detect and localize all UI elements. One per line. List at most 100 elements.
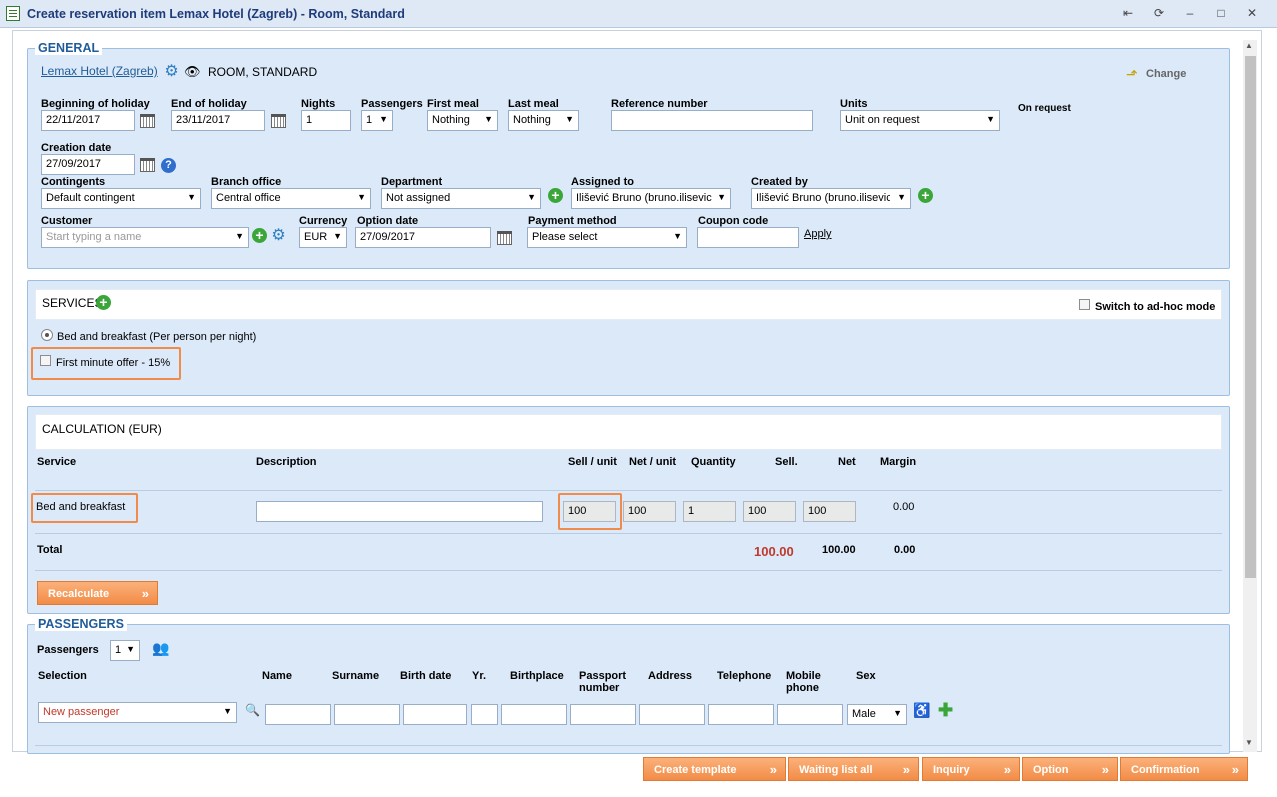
refresh-icon[interactable]: ⟳ — [1151, 6, 1167, 20]
passenger-yr-input[interactable] — [471, 704, 498, 725]
calendar-icon[interactable] — [140, 114, 155, 128]
add-department-icon[interactable]: + — [548, 188, 563, 203]
passenger-passport-input[interactable] — [570, 704, 636, 725]
col-surname: Surname — [332, 670, 380, 682]
close-icon[interactable]: ✕ — [1244, 6, 1260, 20]
change-arrow-icon[interactable]: ⬏ — [1126, 67, 1139, 82]
col-sell: Sell. — [775, 456, 798, 468]
last-meal-label: Last meal — [508, 98, 559, 110]
person-icon[interactable]: ♿ — [913, 702, 930, 719]
created-by-select[interactable]: Ilišević Bruno (bruno.ilisevic ▼ — [751, 188, 911, 209]
passengers-legend: PASSENGERS — [35, 617, 127, 631]
sell-unit-input[interactable]: 100 — [563, 501, 616, 522]
add-customer-icon[interactable]: + — [252, 228, 267, 243]
nights-input[interactable]: 1 — [301, 110, 351, 131]
room-type: ROOM, STANDARD — [208, 65, 318, 79]
passenger-sex-select[interactable]: Male ▼ — [847, 704, 907, 725]
contingents-select[interactable]: Default contingent ▼ — [41, 188, 201, 209]
passenger-address-input[interactable] — [639, 704, 705, 725]
net-input[interactable]: 100 — [803, 501, 856, 522]
change-button[interactable]: Change — [1146, 68, 1186, 80]
currency-select[interactable]: EUR ▼ — [299, 227, 347, 248]
reference-input[interactable] — [611, 110, 813, 131]
col-name: Name — [262, 670, 292, 682]
coupon-input[interactable] — [697, 227, 799, 248]
inquiry-button[interactable]: Inquiry» — [922, 757, 1020, 781]
people-icon[interactable]: 👥 — [152, 640, 169, 657]
creation-date-input[interactable]: 27/09/2017 — [41, 154, 135, 175]
help-icon[interactable]: ? — [161, 158, 176, 173]
document-icon — [6, 6, 20, 21]
calc-description-input[interactable] — [256, 501, 543, 522]
net-unit-input[interactable]: 100 — [623, 501, 676, 522]
gear-icon[interactable]: ⚙ — [271, 228, 286, 244]
waiting-list-button[interactable]: Waiting list all» — [788, 757, 919, 781]
scroll-up-icon[interactable]: ▲ — [1245, 41, 1253, 50]
calendar-icon[interactable] — [140, 158, 155, 172]
creation-label: Creation date — [41, 142, 112, 154]
add-created-by-icon[interactable]: + — [918, 188, 933, 203]
col-net: Net — [838, 456, 856, 468]
calendar-icon[interactable] — [271, 114, 286, 128]
option-date-label: Option date — [357, 215, 419, 227]
hotel-link[interactable]: Lemax Hotel (Zagreb) — [41, 64, 158, 78]
create-template-button[interactable]: Create template» — [643, 757, 786, 781]
services-header-bar — [35, 289, 1222, 320]
nights-label: Nights — [301, 98, 336, 110]
assigned-label: Assigned to — [571, 176, 634, 188]
passengers-count-select[interactable]: 1 ▼ — [110, 640, 140, 661]
service-radio[interactable] — [41, 329, 53, 341]
eye-icon[interactable]: 👁 — [184, 64, 201, 80]
add-service-icon[interactable]: + — [96, 295, 111, 310]
end-date-input[interactable]: 23/11/2017 — [171, 110, 265, 131]
scrollbar-thumb[interactable] — [1245, 56, 1256, 578]
passenger-name-input[interactable] — [265, 704, 331, 725]
passenger-surname-input[interactable] — [334, 704, 400, 725]
calc-margin: 0.00 — [893, 501, 915, 513]
contingents-label: Contingents — [41, 176, 106, 188]
passengers-count-label: Passengers — [37, 644, 99, 656]
calendar-icon[interactable] — [497, 231, 512, 245]
pin-icon[interactable]: ⇤ — [1120, 6, 1136, 20]
adhoc-checkbox[interactable] — [1079, 299, 1090, 310]
passengers-label: Passengers — [361, 98, 423, 110]
magnifier-icon[interactable]: 🔍 — [245, 703, 260, 717]
beginning-date-input[interactable]: 22/11/2017 — [41, 110, 135, 131]
recalculate-button[interactable]: Recalculate» — [37, 581, 158, 605]
customer-input[interactable]: Start typing a name ▼ — [41, 227, 249, 248]
window-title: Create reservation item Lemax Hotel (Zag… — [27, 7, 405, 21]
branch-select[interactable]: Central office ▼ — [211, 188, 371, 209]
window-titlebar: Create reservation item Lemax Hotel (Zag… — [0, 0, 1277, 28]
gear-icon[interactable]: ⚙ — [164, 64, 179, 80]
adhoc-label: Switch to ad-hoc mode — [1095, 301, 1216, 313]
minimize-icon[interactable]: – — [1182, 6, 1198, 20]
first-meal-select[interactable]: Nothing ▼ — [427, 110, 498, 131]
confirmation-button[interactable]: Confirmation» — [1120, 757, 1248, 781]
passenger-selection-select[interactable]: New passenger ▼ — [38, 702, 237, 723]
option-button[interactable]: Option» — [1022, 757, 1118, 781]
passenger-telephone-input[interactable] — [708, 704, 774, 725]
sell-input[interactable]: 100 — [743, 501, 796, 522]
divider — [35, 745, 1222, 746]
plus-icon[interactable]: ✚ — [938, 700, 953, 721]
maximize-icon[interactable]: □ — [1213, 6, 1229, 20]
services-title: SERVICES — [42, 296, 103, 310]
reference-label: Reference number — [611, 98, 708, 110]
units-select[interactable]: Unit on request ▼ — [840, 110, 1000, 131]
assigned-select[interactable]: Ilišević Bruno (bruno.ilisevic ▼ — [571, 188, 731, 209]
apply-link[interactable]: Apply — [804, 228, 832, 240]
passenger-birthdate-input[interactable] — [403, 704, 467, 725]
department-select[interactable]: Not assigned ▼ — [381, 188, 541, 209]
passenger-birthplace-input[interactable] — [501, 704, 567, 725]
scroll-down-icon[interactable]: ▼ — [1245, 738, 1253, 747]
last-meal-select[interactable]: Nothing ▼ — [508, 110, 579, 131]
col-birthplace: Birthplace — [510, 670, 564, 682]
col-yr: Yr. — [472, 670, 487, 682]
passenger-mobile-input[interactable] — [777, 704, 843, 725]
payment-select[interactable]: Please select ▼ — [527, 227, 687, 248]
first-minute-checkbox[interactable] — [40, 355, 51, 366]
quantity-input[interactable]: 1 — [683, 501, 736, 522]
passengers-select[interactable]: 1 ▼ — [361, 110, 393, 131]
option-date-input[interactable]: 27/09/2017 — [355, 227, 491, 248]
col-address: Address — [648, 670, 693, 682]
